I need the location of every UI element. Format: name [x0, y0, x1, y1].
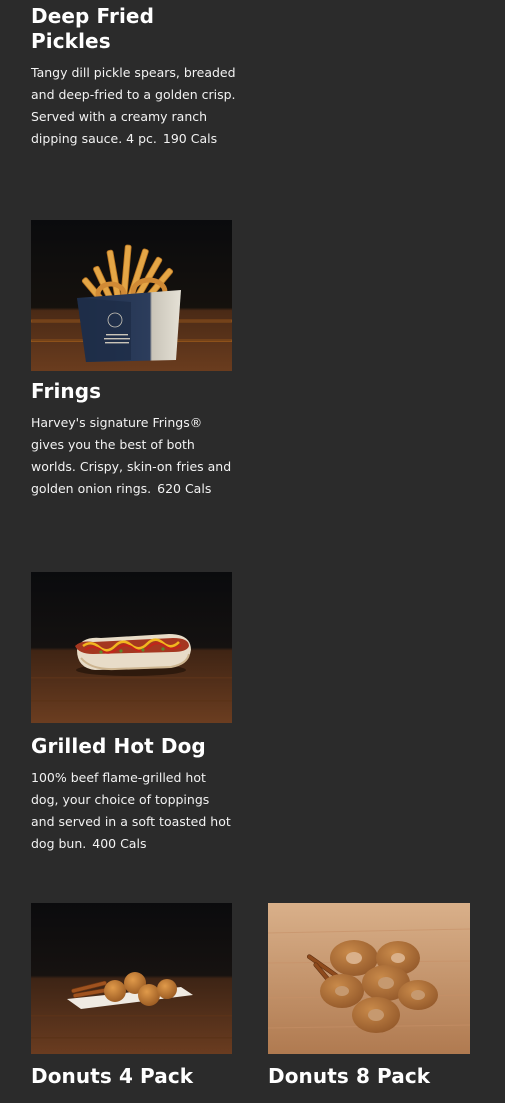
menu-card-donuts-4-pack[interactable]: Donuts 4 Pack: [31, 903, 233, 1089]
menu-item-description: 100% beef flame-grilled hot dog, your ch…: [31, 767, 236, 855]
menu-card-frings[interactable]: Frings Harvey's signature Frings® gives …: [31, 220, 233, 500]
frings-image[interactable]: [31, 220, 232, 371]
menu-item-title: Deep Fried Pickles: [31, 4, 154, 53]
hot-dog-image[interactable]: [31, 572, 232, 723]
menu-card-deep-fried-pickles[interactable]: Deep Fried Pickles Tangy dill pickle spe…: [31, 4, 236, 150]
menu-item-description: Harvey's signature Frings® gives you the…: [31, 412, 236, 500]
menu-item-calories: 620 Cals: [157, 481, 212, 496]
menu-item-calories: 190 Cals: [162, 131, 218, 146]
menu-card-donuts-8-pack[interactable]: Donuts 8 Pack: [268, 903, 470, 1089]
menu-item-title: Grilled Hot Dog: [31, 734, 206, 758]
menu-card-grilled-hot-dog[interactable]: Grilled Hot Dog 100% beef flame-grilled …: [31, 572, 233, 855]
menu-item-title: Donuts 4 Pack: [31, 1064, 194, 1088]
menu-item-description: Tangy dill pickle spears, breaded and de…: [31, 62, 236, 150]
menu-page: Deep Fried Pickles Tangy dill pickle spe…: [0, 0, 505, 1103]
menu-item-title: Donuts 8 Pack: [268, 1064, 431, 1088]
donuts-4-pack-image[interactable]: [31, 903, 232, 1054]
menu-item-calories: 400 Cals: [92, 836, 147, 851]
donuts-8-pack-image[interactable]: [268, 903, 470, 1054]
menu-item-title: Frings: [31, 379, 102, 403]
